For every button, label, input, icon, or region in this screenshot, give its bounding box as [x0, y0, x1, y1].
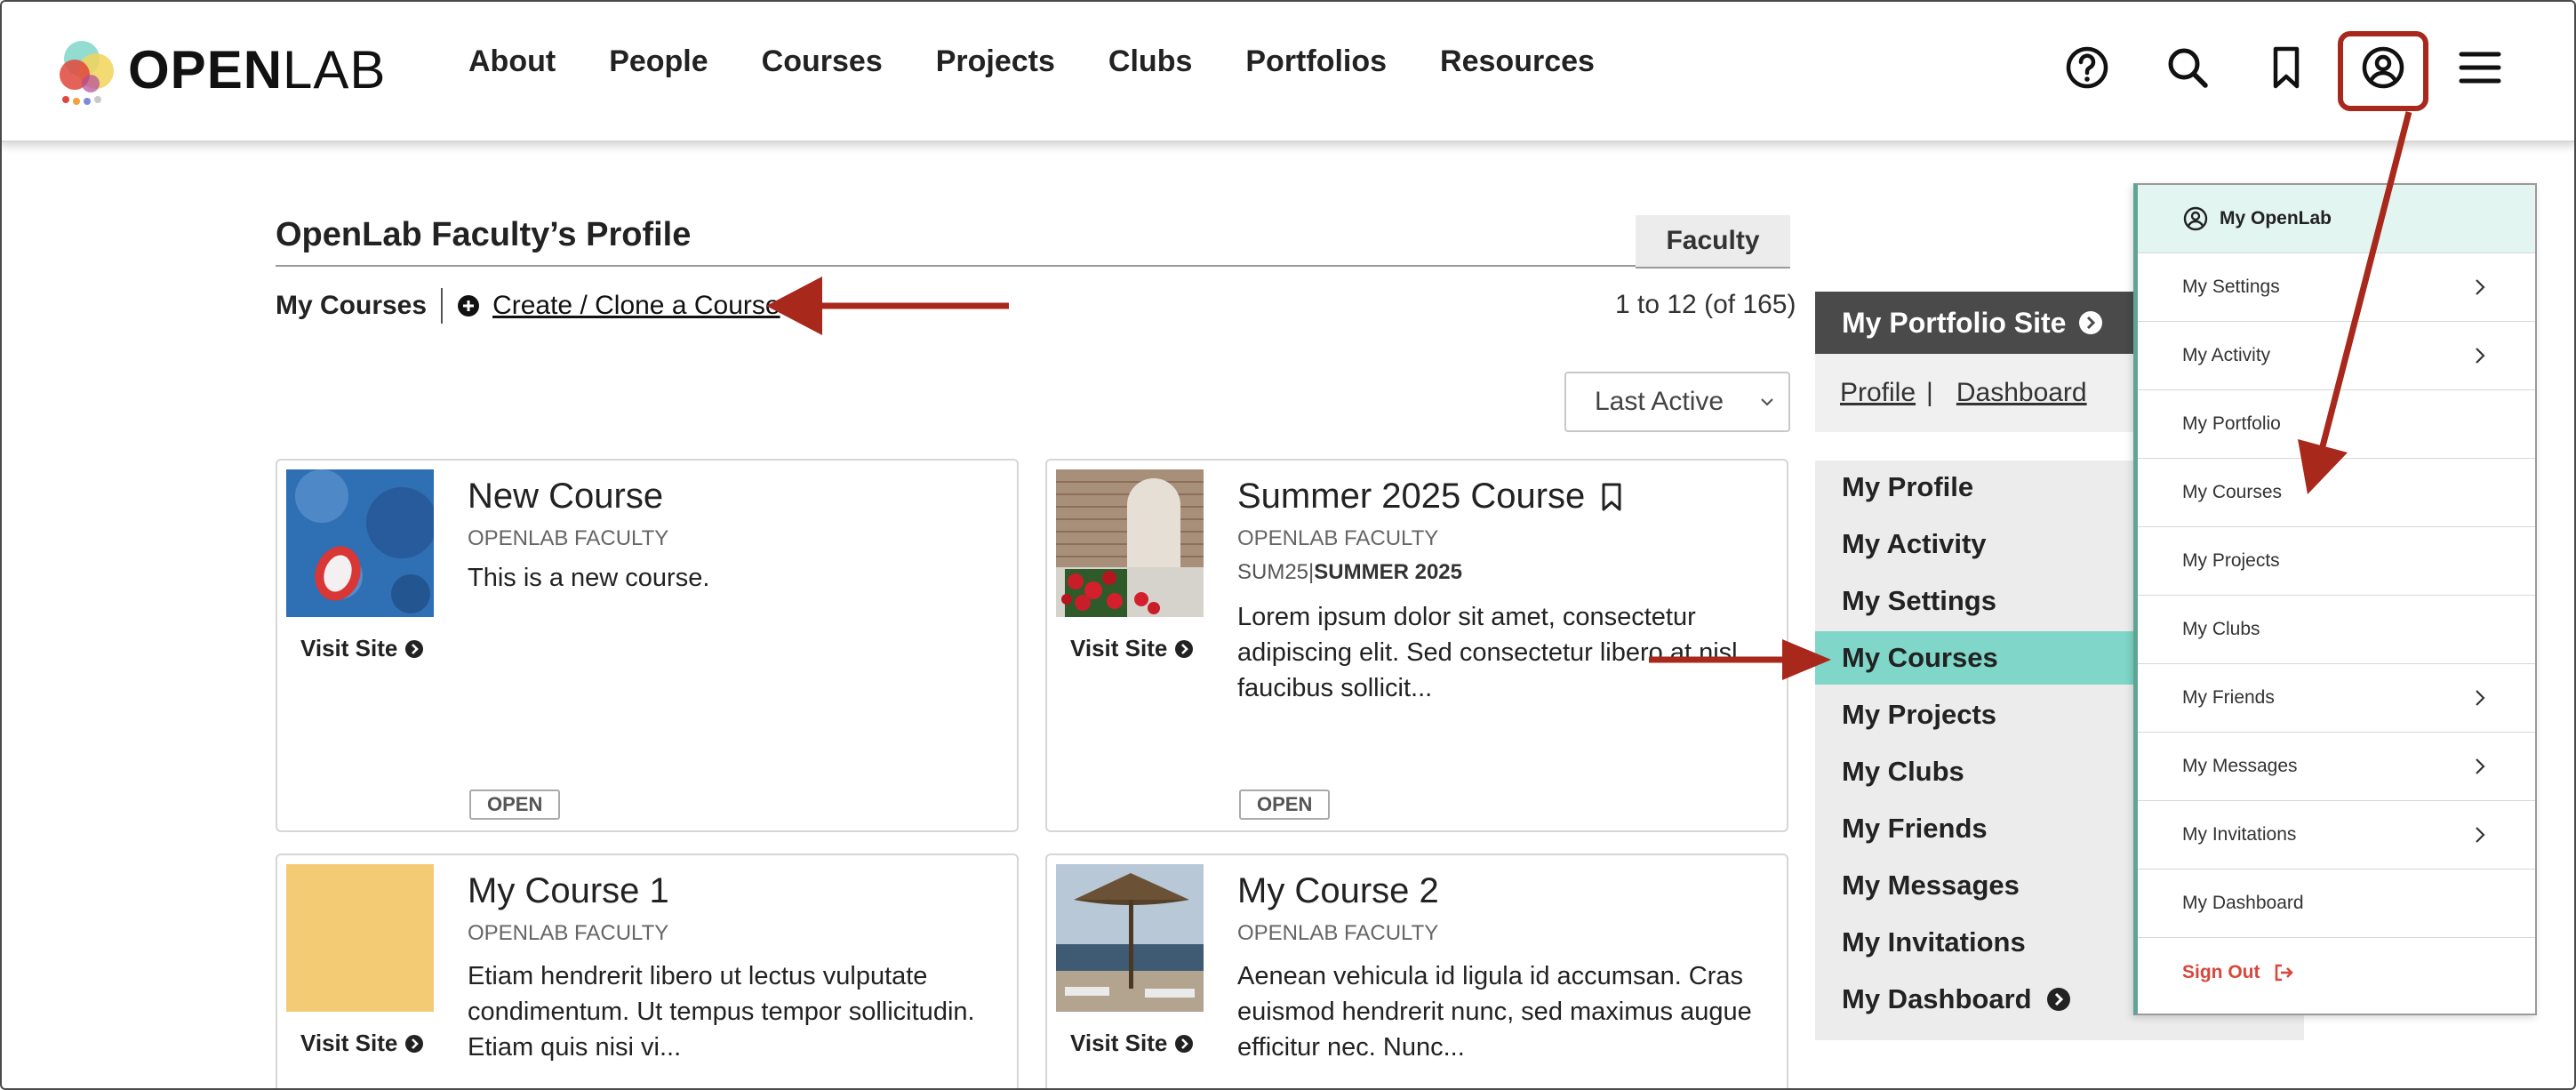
course-card: Visit Site My Course 1 OPENLAB FACULTY E…: [276, 854, 1019, 1090]
dropdown-item-my-portfolio[interactable]: My Portfolio: [2138, 390, 2535, 459]
arrow-circle-right-icon: [1175, 1034, 1194, 1053]
arrow-circle-right-icon: [405, 639, 424, 658]
nav-clubs[interactable]: Clubs: [1108, 44, 1192, 79]
course-thumbnail[interactable]: [1056, 469, 1204, 617]
results-count: 1 to 12 (of 165): [1615, 290, 1796, 319]
dropdown-item-my-invitations[interactable]: My Invitations: [2138, 801, 2535, 870]
sign-out-button[interactable]: Sign Out: [2138, 938, 2535, 1006]
openlab-logo[interactable]: OPENLAB: [55, 34, 385, 108]
my-portfolio-site-button[interactable]: My Portfolio Site: [1815, 292, 2135, 354]
chevron-right-icon: [2476, 827, 2485, 843]
sidebar-item-my-messages[interactable]: My Messages: [1815, 859, 2135, 912]
course-title[interactable]: My Course 2: [1237, 871, 1439, 911]
course-title[interactable]: New Course: [468, 477, 663, 517]
logo-wordmark: OPENLAB: [128, 40, 387, 100]
course-faculty: OPENLAB FACULTY: [468, 526, 669, 550]
course-card: Visit Site Summer 2025 Course OPENLAB FA…: [1045, 459, 1788, 832]
section-label: My Courses: [276, 291, 428, 320]
sidebar-item-my-clubs[interactable]: My Clubs: [1815, 745, 2135, 798]
course-title[interactable]: Summer 2025 Course: [1237, 477, 1626, 517]
sidebar-item-my-friends[interactable]: My Friends: [1815, 802, 2135, 855]
search-icon[interactable]: [2161, 41, 2214, 94]
chevron-right-icon: [2476, 348, 2485, 364]
course-faculty: OPENLAB FACULTY: [468, 921, 669, 945]
arrow-circle-right-icon: [405, 1034, 424, 1053]
page-title: OpenLab Faculty’s Profile: [276, 216, 692, 253]
separator: |: [1926, 378, 1933, 407]
visit-site-link[interactable]: Visit Site: [1070, 1030, 1194, 1057]
course-description: Lorem ipsum dolor sit amet, consectetur …: [1237, 603, 1738, 702]
chevron-down-icon: [1761, 398, 1773, 406]
course-title[interactable]: My Course 1: [468, 871, 669, 911]
role-tab: Faculty: [1636, 215, 1790, 268]
course-faculty: OPENLAB FACULTY: [1237, 921, 1439, 945]
dropdown-item-my-activity[interactable]: My Activity: [2138, 322, 2535, 390]
profile-link[interactable]: Profile: [1840, 378, 1916, 408]
visit-site-link[interactable]: Visit Site: [300, 635, 424, 662]
status-badge: OPEN: [469, 789, 561, 820]
sidebar-item-my-dashboard[interactable]: My Dashboard: [1815, 973, 2135, 1026]
visit-site-link[interactable]: Visit Site: [1070, 635, 1194, 662]
sidebar-item-my-projects[interactable]: My Projects: [1815, 688, 2135, 741]
nav-projects[interactable]: Projects: [936, 44, 1055, 79]
user-dropdown-menu: My OpenLab My Settings My Activity My Po…: [2133, 183, 2537, 1015]
chevron-right-icon: [2476, 758, 2485, 774]
sidebar-item-my-invitations[interactable]: My Invitations: [1815, 916, 2135, 969]
arrow-circle-right-icon: [1175, 639, 1194, 658]
chevron-right-icon: [2476, 279, 2485, 295]
course-description: Etiam hendrerit libero ut lectus vulputa…: [468, 962, 975, 1062]
sidebar-item-my-profile[interactable]: My Profile: [1815, 461, 2135, 514]
site-header: OPENLAB About People Courses Projects Cl…: [0, 0, 2576, 142]
sidebar-item-my-settings[interactable]: My Settings: [1815, 574, 2135, 628]
arrow-circle-right-icon: [2079, 311, 2103, 334]
course-card: Visit Site New Course OPENLAB FACULTY Th…: [276, 459, 1019, 832]
sign-out-icon: [2275, 964, 2293, 981]
user-circle-icon: [2183, 206, 2208, 231]
dropdown-item-my-messages[interactable]: My Messages: [2138, 733, 2535, 801]
nav-courses[interactable]: Courses: [762, 44, 883, 79]
main-nav: About People Courses Projects Clubs Port…: [468, 44, 1595, 79]
course-thumbnail[interactable]: [286, 864, 434, 1012]
dropdown-item-my-friends[interactable]: My Friends: [2138, 664, 2535, 733]
sort-select[interactable]: Last Active: [1564, 372, 1790, 432]
sidebar-item-my-activity[interactable]: My Activity: [1815, 517, 2135, 571]
course-thumbnail[interactable]: [286, 469, 434, 617]
visit-site-link[interactable]: Visit Site: [300, 1030, 424, 1057]
course-card: Visit Site My Course 2 OPENLAB FACULTY A…: [1045, 854, 1788, 1090]
logo-mark-icon: [60, 41, 114, 105]
arrow-circle-right-icon: [2046, 988, 2070, 1011]
sort-selected-value: Last Active: [1595, 387, 1724, 416]
nav-people[interactable]: People: [609, 44, 708, 79]
dropdown-item-my-courses[interactable]: My Courses: [2138, 459, 2535, 527]
plus-circle-icon: [458, 295, 480, 317]
dropdown-item-my-settings[interactable]: My Settings: [2138, 253, 2535, 322]
courses-subheader: My Courses Create / Clone a Course: [276, 286, 780, 325]
separator: [441, 288, 444, 324]
status-badge: OPEN: [1239, 789, 1331, 820]
dropdown-item-my-clubs[interactable]: My Clubs: [2138, 596, 2535, 664]
portfolio-links: Profile | Dashboard: [1815, 354, 2135, 432]
title-divider: [276, 265, 1636, 267]
dashboard-link[interactable]: Dashboard: [1956, 378, 2087, 408]
user-menu-highlight: [2338, 31, 2428, 111]
nav-about[interactable]: About: [468, 44, 556, 79]
hamburger-menu-icon[interactable]: [2453, 41, 2507, 94]
help-icon[interactable]: [2060, 41, 2114, 94]
course-description: Aenean vehicula id ligula id accumsan. C…: [1237, 962, 1752, 1062]
course-description: This is a new course.: [468, 564, 710, 592]
course-semester: SUM25|SUMMER 2025: [1237, 560, 1462, 584]
sidebar-item-my-courses[interactable]: My Courses: [1815, 631, 2135, 685]
course-thumbnail[interactable]: [1056, 864, 1204, 1012]
bookmark-icon[interactable]: [2260, 41, 2313, 94]
nav-portfolios[interactable]: Portfolios: [1245, 44, 1387, 79]
chevron-right-icon: [2476, 690, 2485, 706]
course-faculty: OPENLAB FACULTY: [1237, 526, 1439, 550]
dropdown-item-my-dashboard[interactable]: My Dashboard: [2138, 870, 2535, 938]
create-clone-course-link[interactable]: Create / Clone a Course: [492, 291, 780, 321]
dropdown-header-my-openlab[interactable]: My OpenLab: [2138, 185, 2535, 253]
dropdown-item-my-projects[interactable]: My Projects: [2138, 527, 2535, 596]
nav-resources[interactable]: Resources: [1440, 44, 1595, 79]
bookmark-icon[interactable]: [1597, 481, 1626, 513]
